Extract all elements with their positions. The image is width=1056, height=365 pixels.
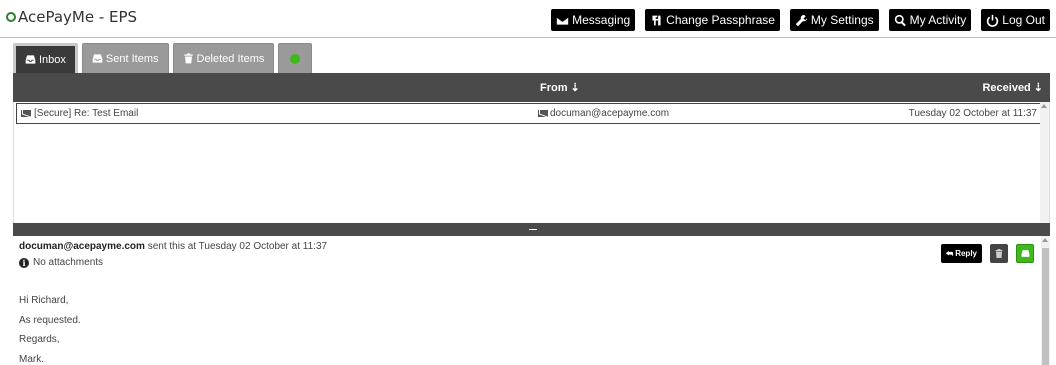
trash-icon bbox=[183, 53, 193, 64]
green-dot-icon bbox=[290, 53, 301, 64]
tab-inbox-label: Inbox bbox=[39, 53, 66, 66]
message-received: Tuesday 02 October at 11:37 bbox=[908, 108, 1037, 119]
column-received[interactable]: Received ⇣ bbox=[982, 81, 1043, 95]
trash-icon bbox=[995, 249, 1003, 258]
log-out-button[interactable]: Log Out bbox=[981, 9, 1050, 31]
reply-button[interactable]: ⮪ Reply bbox=[940, 244, 982, 263]
sort-icon: ⇣ bbox=[570, 82, 580, 94]
app-title: AcePayMe - EPS bbox=[18, 8, 138, 26]
logo-icon bbox=[6, 12, 16, 22]
envelope-icon bbox=[538, 110, 548, 117]
search-icon bbox=[894, 14, 906, 26]
key-icon bbox=[652, 15, 661, 25]
power-icon bbox=[987, 14, 999, 27]
sent-time-text: sent this at Tuesday 02 October at 11:37 bbox=[144, 241, 328, 252]
change-passphrase-label: Change Passphrase bbox=[666, 13, 775, 27]
log-out-label: Log Out bbox=[1002, 13, 1045, 27]
sent-icon bbox=[92, 54, 103, 63]
attachments-text: No attachments bbox=[33, 257, 104, 268]
tab-sent-items[interactable]: Sent Items bbox=[81, 43, 169, 73]
scrollbar-thumb[interactable] bbox=[1042, 248, 1049, 365]
attachments-info: i No attachments bbox=[19, 257, 103, 268]
inbox-icon bbox=[25, 55, 36, 64]
message-body: Hi Richard, As requested. Regards, Mark. bbox=[19, 291, 81, 365]
pane-splitter[interactable] bbox=[13, 223, 1050, 236]
wrench-icon bbox=[795, 14, 808, 26]
info-icon: i bbox=[19, 257, 29, 268]
tab-deleted-items[interactable]: Deleted Items bbox=[172, 43, 275, 73]
table-row[interactable]: [Secure] Re: Test Email documan@acepayme… bbox=[16, 103, 1041, 124]
my-settings-button[interactable]: My Settings bbox=[789, 9, 879, 31]
my-activity-label: My Activity bbox=[909, 13, 967, 27]
sort-icon: ⇣ bbox=[1033, 82, 1043, 94]
body-line: As requested. bbox=[19, 314, 81, 326]
scroll-up-arrow-icon[interactable] bbox=[1041, 104, 1047, 108]
column-received-label: Received bbox=[982, 81, 1031, 94]
body-line: Hi Richard, bbox=[19, 295, 69, 306]
top-nav: Messaging Change Passphrase My Settings … bbox=[551, 9, 1050, 31]
message-from: documan@acepayme.com bbox=[538, 108, 669, 119]
body-line: Mark. bbox=[19, 353, 44, 365]
message-actions: ⮪ Reply bbox=[940, 244, 1034, 263]
tab-sent-items-label: Sent Items bbox=[105, 52, 159, 65]
sender-address: documan@acepayme.com bbox=[19, 241, 145, 252]
column-from-label: From bbox=[540, 81, 568, 94]
message-list: [Secure] Re: Test Email documan@acepayme… bbox=[13, 102, 1050, 223]
tab-inbox[interactable]: Inbox bbox=[13, 43, 78, 73]
list-scrollbar[interactable] bbox=[1040, 102, 1049, 223]
reply-label: Reply bbox=[955, 249, 977, 258]
messaging-label: Messaging bbox=[572, 13, 631, 27]
app-header: AcePayMe - EPS Messaging Change Passphra… bbox=[0, 0, 1056, 38]
message-list-header: From ⇣ Received ⇣ bbox=[13, 73, 1050, 102]
messaging-button[interactable]: Messaging bbox=[551, 9, 636, 31]
preview-scrollbar[interactable] bbox=[1041, 236, 1050, 365]
mailbox-tabs: Inbox Sent Items Deleted Items bbox=[13, 43, 313, 73]
column-from[interactable]: From ⇣ bbox=[540, 81, 580, 95]
envelope-icon bbox=[556, 16, 569, 25]
message-preview: documan@acepayme.com sent this at Tuesda… bbox=[13, 236, 1050, 365]
scroll-up-arrow-icon[interactable] bbox=[1042, 238, 1048, 242]
splitter-grip-icon bbox=[529, 229, 537, 230]
secure-icon bbox=[1021, 250, 1029, 257]
delete-button[interactable] bbox=[990, 244, 1008, 263]
change-passphrase-button[interactable]: Change Passphrase bbox=[645, 9, 780, 31]
message-subject: [Secure] Re: Test Email bbox=[21, 108, 138, 119]
body-line: Regards, bbox=[19, 334, 60, 345]
message-meta: documan@acepayme.com sent this at Tuesda… bbox=[19, 241, 327, 252]
app-brand[interactable]: AcePayMe - EPS bbox=[6, 8, 137, 26]
my-activity-button[interactable]: My Activity bbox=[888, 9, 972, 31]
tab-new-message[interactable] bbox=[278, 43, 313, 73]
message-subject-text: [Secure] Re: Test Email bbox=[34, 108, 139, 119]
secure-button[interactable] bbox=[1016, 244, 1034, 263]
message-from-text: documan@acepayme.com bbox=[550, 108, 670, 119]
reply-icon: ⮪ bbox=[945, 248, 954, 258]
my-settings-label: My Settings bbox=[810, 13, 874, 27]
envelope-icon bbox=[21, 110, 31, 117]
tab-deleted-items-label: Deleted Items bbox=[196, 52, 265, 65]
